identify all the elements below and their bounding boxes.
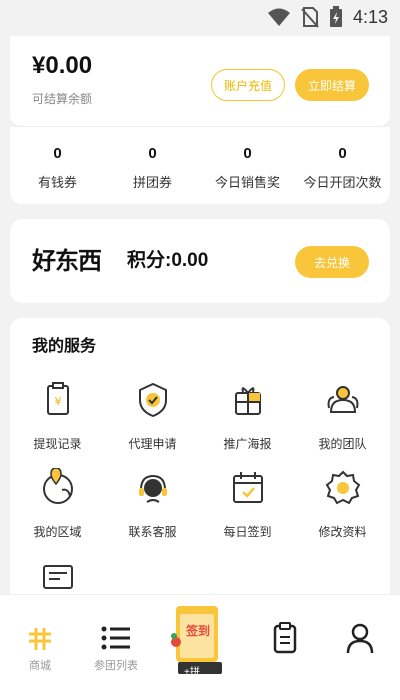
clipboard-icon (273, 622, 297, 654)
clipboard-icon-wrap (245, 621, 325, 655)
exchange-button[interactable]: 去兑换 (295, 246, 369, 278)
service-withdraw-record[interactable]: ¥ 提现记录 (10, 380, 105, 452)
mall-icon (29, 628, 51, 650)
service-label: 联系客服 (128, 525, 177, 539)
user-icon (346, 623, 374, 654)
services-card: 我的服务 ¥ 提现记录 代理申请 推广海报 我的团队 我的区域 联系客服 每日签… (10, 318, 390, 618)
no-sim-icon (301, 7, 319, 28)
service-customer-service[interactable]: 联系客服 (105, 468, 200, 540)
stat-label: 今日销售奖 (214, 175, 280, 190)
tab-label: 参团列表 (94, 660, 138, 672)
recharge-button[interactable]: 账户充值 (211, 69, 285, 101)
service-label: 修改资料 (318, 525, 367, 539)
stat-value: 0 (243, 145, 252, 162)
status-bar: 4:13 (0, 0, 400, 36)
list-icon-wrap (76, 621, 156, 655)
service-label: 我的团队 (318, 437, 367, 451)
stats-card: 0 有钱券 0 拼团券 0 今日销售奖 0 今日开团次数 (10, 126, 390, 204)
agent-apply-icon (138, 382, 167, 418)
points-logo-text: 好东西 (32, 246, 102, 275)
tab-profile[interactable] (320, 621, 400, 655)
status-time: 4:13 (352, 6, 388, 27)
stat-group-coupon[interactable]: 0 拼团券 (105, 145, 200, 191)
stat-label: 拼团券 (132, 175, 172, 190)
service-label: 推广海报 (223, 437, 272, 451)
card-list-icon (42, 565, 73, 589)
mall-icon-wrap (0, 621, 80, 655)
service-promo-poster[interactable]: 推广海报 (200, 380, 295, 452)
service-my-region[interactable]: 我的区域 (10, 467, 105, 540)
checkin-promo-text: 签到 (186, 624, 211, 638)
calendar-icon (232, 472, 263, 503)
tab-orders[interactable] (245, 621, 325, 655)
stat-value: 0 (53, 145, 62, 162)
stat-label: 今日开团次数 (303, 175, 382, 190)
tab-mall[interactable]: 商城 (0, 621, 80, 673)
wifi-icon (267, 8, 290, 26)
tab-group-list[interactable]: 参团列表 (76, 621, 156, 673)
service-label: 我的区域 (33, 525, 82, 539)
gift-poster-icon (234, 387, 261, 415)
stat-today-sales-bonus[interactable]: 0 今日销售奖 (200, 145, 295, 191)
list-icon (101, 626, 130, 650)
stat-youqian-coupon[interactable]: 0 有钱券 (10, 145, 105, 191)
checkin-promo-badge[interactable]: 签到 +拼 (170, 600, 224, 680)
region-icon (42, 467, 73, 504)
service-daily-checkin[interactable]: 每日签到 (200, 468, 295, 540)
status-icons: 4:13 (267, 6, 388, 28)
service-label: 提现记录 (33, 437, 82, 451)
service-label: 每日签到 (223, 525, 272, 539)
services-title: 我的服务 (32, 338, 97, 355)
stat-value: 0 (338, 145, 347, 162)
balance-card: ¥0.00 可结算余额 账户充值 立即结算 (10, 36, 390, 126)
service-my-team[interactable]: 我的团队 (295, 380, 390, 452)
service-agent-apply[interactable]: 代理申请 (105, 380, 200, 452)
battery-charging-icon (329, 6, 342, 27)
stat-value: 0 (148, 145, 157, 162)
balance-amount: ¥0.00 (32, 52, 93, 79)
points-logo: 好东西 (32, 241, 102, 276)
tab-label: 商城 (29, 660, 51, 672)
balance-label: 可结算余额 (32, 92, 93, 106)
service-label: 代理申请 (128, 437, 177, 451)
user-icon-wrap (320, 621, 400, 655)
checkin-promo-sub: +拼 (184, 667, 200, 678)
stat-today-group-count[interactable]: 0 今日开团次数 (295, 145, 390, 191)
service-edit-profile[interactable]: 修改资料 (295, 468, 390, 540)
settings-gear-icon (325, 470, 360, 505)
svg-text:¥: ¥ (54, 395, 61, 408)
team-icon (327, 386, 358, 413)
withdraw-record-icon: ¥ (46, 382, 69, 415)
stat-label: 有钱券 (37, 175, 77, 190)
points-card: 好东西 积分:0.00 去兑换 (10, 219, 390, 303)
customer-service-icon (138, 474, 167, 503)
settle-button[interactable]: 立即结算 (295, 69, 369, 101)
points-value: 积分:0.00 (127, 250, 209, 271)
